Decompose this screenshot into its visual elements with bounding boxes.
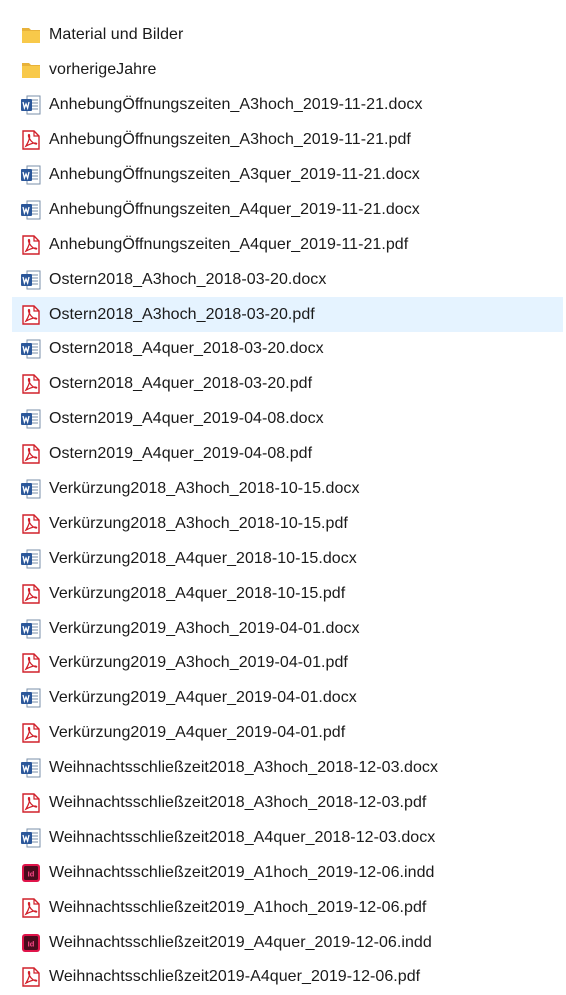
file-list-item[interactable]: Verkürzung2018_A4quer_2018-10-15.pdf xyxy=(12,576,563,611)
file-name-label: Ostern2018_A3hoch_2018-03-20.pdf xyxy=(49,305,315,323)
file-name-label: AnhebungÖffnungszeiten_A3quer_2019-11-21… xyxy=(49,166,420,183)
file-name-label: Weihnachtsschließzeit2019_A1hoch_2019-12… xyxy=(49,863,435,881)
svg-text:Id: Id xyxy=(28,939,35,948)
file-name-label: Verkürzung2019_A4quer_2019-04-01.docx xyxy=(49,689,357,707)
file-list-item[interactable]: Verkürzung2019_A4quer_2019-04-01.docx xyxy=(12,681,563,716)
file-name-label: Weihnachtsschließzeit2019-A4quer_2019-12… xyxy=(49,968,421,986)
file-name-label: Weihnachtsschließzeit2018_A3hoch_2018-12… xyxy=(49,794,427,812)
pdf-document-icon xyxy=(20,304,42,326)
file-list-item[interactable]: Id Weihnachtsschließzeit2019_A4quer_2019-… xyxy=(12,925,563,960)
file-name-label: Ostern2019_A4quer_2019-04-08.pdf xyxy=(49,445,313,463)
pdf-document-icon xyxy=(20,373,42,395)
word-document-icon xyxy=(20,687,42,709)
file-list-item[interactable]: Weihnachtsschließzeit2018_A3hoch_2018-12… xyxy=(12,786,563,821)
file-list-item[interactable]: Ostern2019_A4quer_2019-04-08.docx xyxy=(12,402,563,437)
word-document-icon xyxy=(20,408,42,430)
word-document-icon xyxy=(20,164,42,186)
file-name-label: Verkürzung2018_A4quer_2018-10-15.pdf xyxy=(49,584,346,602)
file-list-item[interactable]: Verkürzung2018_A4quer_2018-10-15.docx xyxy=(12,541,563,576)
indesign-document-icon: Id xyxy=(20,932,42,954)
folder-icon xyxy=(20,24,42,46)
file-list-item[interactable]: Verkürzung2019_A3hoch_2019-04-01.pdf xyxy=(12,646,563,681)
file-name-label: Ostern2018_A3hoch_2018-03-20.docx xyxy=(49,270,327,288)
file-list-item[interactable]: Weihnachtsschließzeit2019-A4quer_2019-12… xyxy=(12,960,563,995)
file-name-label: Weihnachtsschließzeit2018_A3hoch_2018-12… xyxy=(49,759,439,777)
file-name-label: AnhebungÖffnungszeiten_A4quer_2019-11-21… xyxy=(49,235,409,253)
file-list-item[interactable]: Ostern2018_A4quer_2018-03-20.pdf xyxy=(12,367,563,402)
file-name-label: Verkürzung2019_A3hoch_2019-04-01.docx xyxy=(49,619,360,637)
file-list-item[interactable]: vorherigeJahre xyxy=(12,53,563,88)
pdf-document-icon xyxy=(20,583,42,605)
pdf-document-icon xyxy=(20,234,42,256)
file-list-item[interactable]: Weihnachtsschließzeit2018_A3hoch_2018-12… xyxy=(12,751,563,786)
file-list-item[interactable]: Weihnachtsschließzeit2018_A4quer_2018-12… xyxy=(12,820,563,855)
pdf-document-icon xyxy=(20,897,42,919)
word-document-icon xyxy=(20,199,42,221)
word-document-icon xyxy=(20,548,42,570)
pdf-document-icon xyxy=(20,966,42,988)
word-document-icon xyxy=(20,338,42,360)
pdf-document-icon xyxy=(20,513,42,535)
pdf-document-icon xyxy=(20,722,42,744)
file-list-item[interactable]: Verkürzung2018_A3hoch_2018-10-15.pdf xyxy=(12,506,563,541)
file-name-label: Weihnachtsschließzeit2018_A4quer_2018-12… xyxy=(49,828,436,846)
word-document-icon xyxy=(20,618,42,640)
file-list-item[interactable]: Ostern2018_A3hoch_2018-03-20.pdf xyxy=(12,297,563,333)
word-document-icon xyxy=(20,827,42,849)
file-list-item[interactable]: Id Weihnachtsschließzeit2019_A1hoch_2019-… xyxy=(12,855,563,890)
file-list-item[interactable]: AnhebungÖffnungszeiten_A3hoch_2019-11-21… xyxy=(12,123,563,158)
file-name-label: Weihnachtsschließzeit2019_A1hoch_2019-12… xyxy=(49,898,427,916)
file-list-item[interactable]: AnhebungÖffnungszeiten_A3quer_2019-11-21… xyxy=(12,158,563,193)
file-name-label: Verkürzung2018_A3hoch_2018-10-15.docx xyxy=(49,480,360,498)
file-list-item[interactable]: Weihnachtsschließzeit2019_A1hoch_2019-12… xyxy=(12,890,563,925)
file-list-item[interactable]: AnhebungÖffnungszeiten_A4quer_2019-11-21… xyxy=(12,192,563,227)
file-name-label: AnhebungÖffnungszeiten_A4quer_2019-11-21… xyxy=(49,200,420,218)
file-name-label: AnhebungÖffnungszeiten_A3hoch_2019-11-21… xyxy=(49,96,423,114)
file-list-item[interactable]: Ostern2018_A4quer_2018-03-20.docx xyxy=(12,332,563,367)
indesign-document-icon: Id xyxy=(20,862,42,884)
svg-text:Id: Id xyxy=(28,869,35,878)
pdf-document-icon xyxy=(20,443,42,465)
file-name-label: Ostern2018_A4quer_2018-03-20.docx xyxy=(49,340,324,358)
file-list-item[interactable]: Ostern2019_A4quer_2019-04-08.pdf xyxy=(12,437,563,472)
file-name-label: AnhebungÖffnungszeiten_A3hoch_2019-11-21… xyxy=(49,131,411,149)
file-list-item[interactable]: Material und Bilder xyxy=(12,18,563,53)
file-name-label: Ostern2018_A4quer_2018-03-20.pdf xyxy=(49,375,313,393)
word-document-icon xyxy=(20,757,42,779)
file-list-item[interactable]: Ostern2018_A3hoch_2018-03-20.docx xyxy=(12,262,563,297)
file-name-label: Material und Bilder xyxy=(49,26,184,44)
file-list-item[interactable]: Verkürzung2019_A3hoch_2019-04-01.docx xyxy=(12,611,563,646)
file-list-item[interactable]: Verkürzung2018_A3hoch_2018-10-15.docx xyxy=(12,472,563,507)
folder-icon xyxy=(20,59,42,81)
file-name-label: Ostern2019_A4quer_2019-04-08.docx xyxy=(49,410,324,428)
file-name-label: vorherigeJahre xyxy=(49,61,157,79)
pdf-document-icon xyxy=(20,652,42,674)
file-name-label: Verkürzung2018_A3hoch_2018-10-15.pdf xyxy=(49,514,348,532)
file-list-item[interactable]: AnhebungÖffnungszeiten_A4quer_2019-11-21… xyxy=(12,227,563,262)
word-document-icon xyxy=(20,269,42,291)
file-list-item[interactable]: Verkürzung2019_A4quer_2019-04-01.pdf xyxy=(12,716,563,751)
file-list: Material und Bilder vorherigeJahre Anhebun… xyxy=(0,0,566,995)
file-list-item[interactable]: AnhebungÖffnungszeiten_A3hoch_2019-11-21… xyxy=(12,88,563,123)
file-name-label: Verkürzung2019_A3hoch_2019-04-01.pdf xyxy=(49,654,348,672)
word-document-icon xyxy=(20,94,42,116)
file-name-label: Verkürzung2018_A4quer_2018-10-15.docx xyxy=(49,549,357,567)
file-name-label: Verkürzung2019_A4quer_2019-04-01.pdf xyxy=(49,724,346,742)
pdf-document-icon xyxy=(20,792,42,814)
file-name-label: Weihnachtsschließzeit2019_A4quer_2019-12… xyxy=(49,933,432,951)
word-document-icon xyxy=(20,478,42,500)
pdf-document-icon xyxy=(20,129,42,151)
